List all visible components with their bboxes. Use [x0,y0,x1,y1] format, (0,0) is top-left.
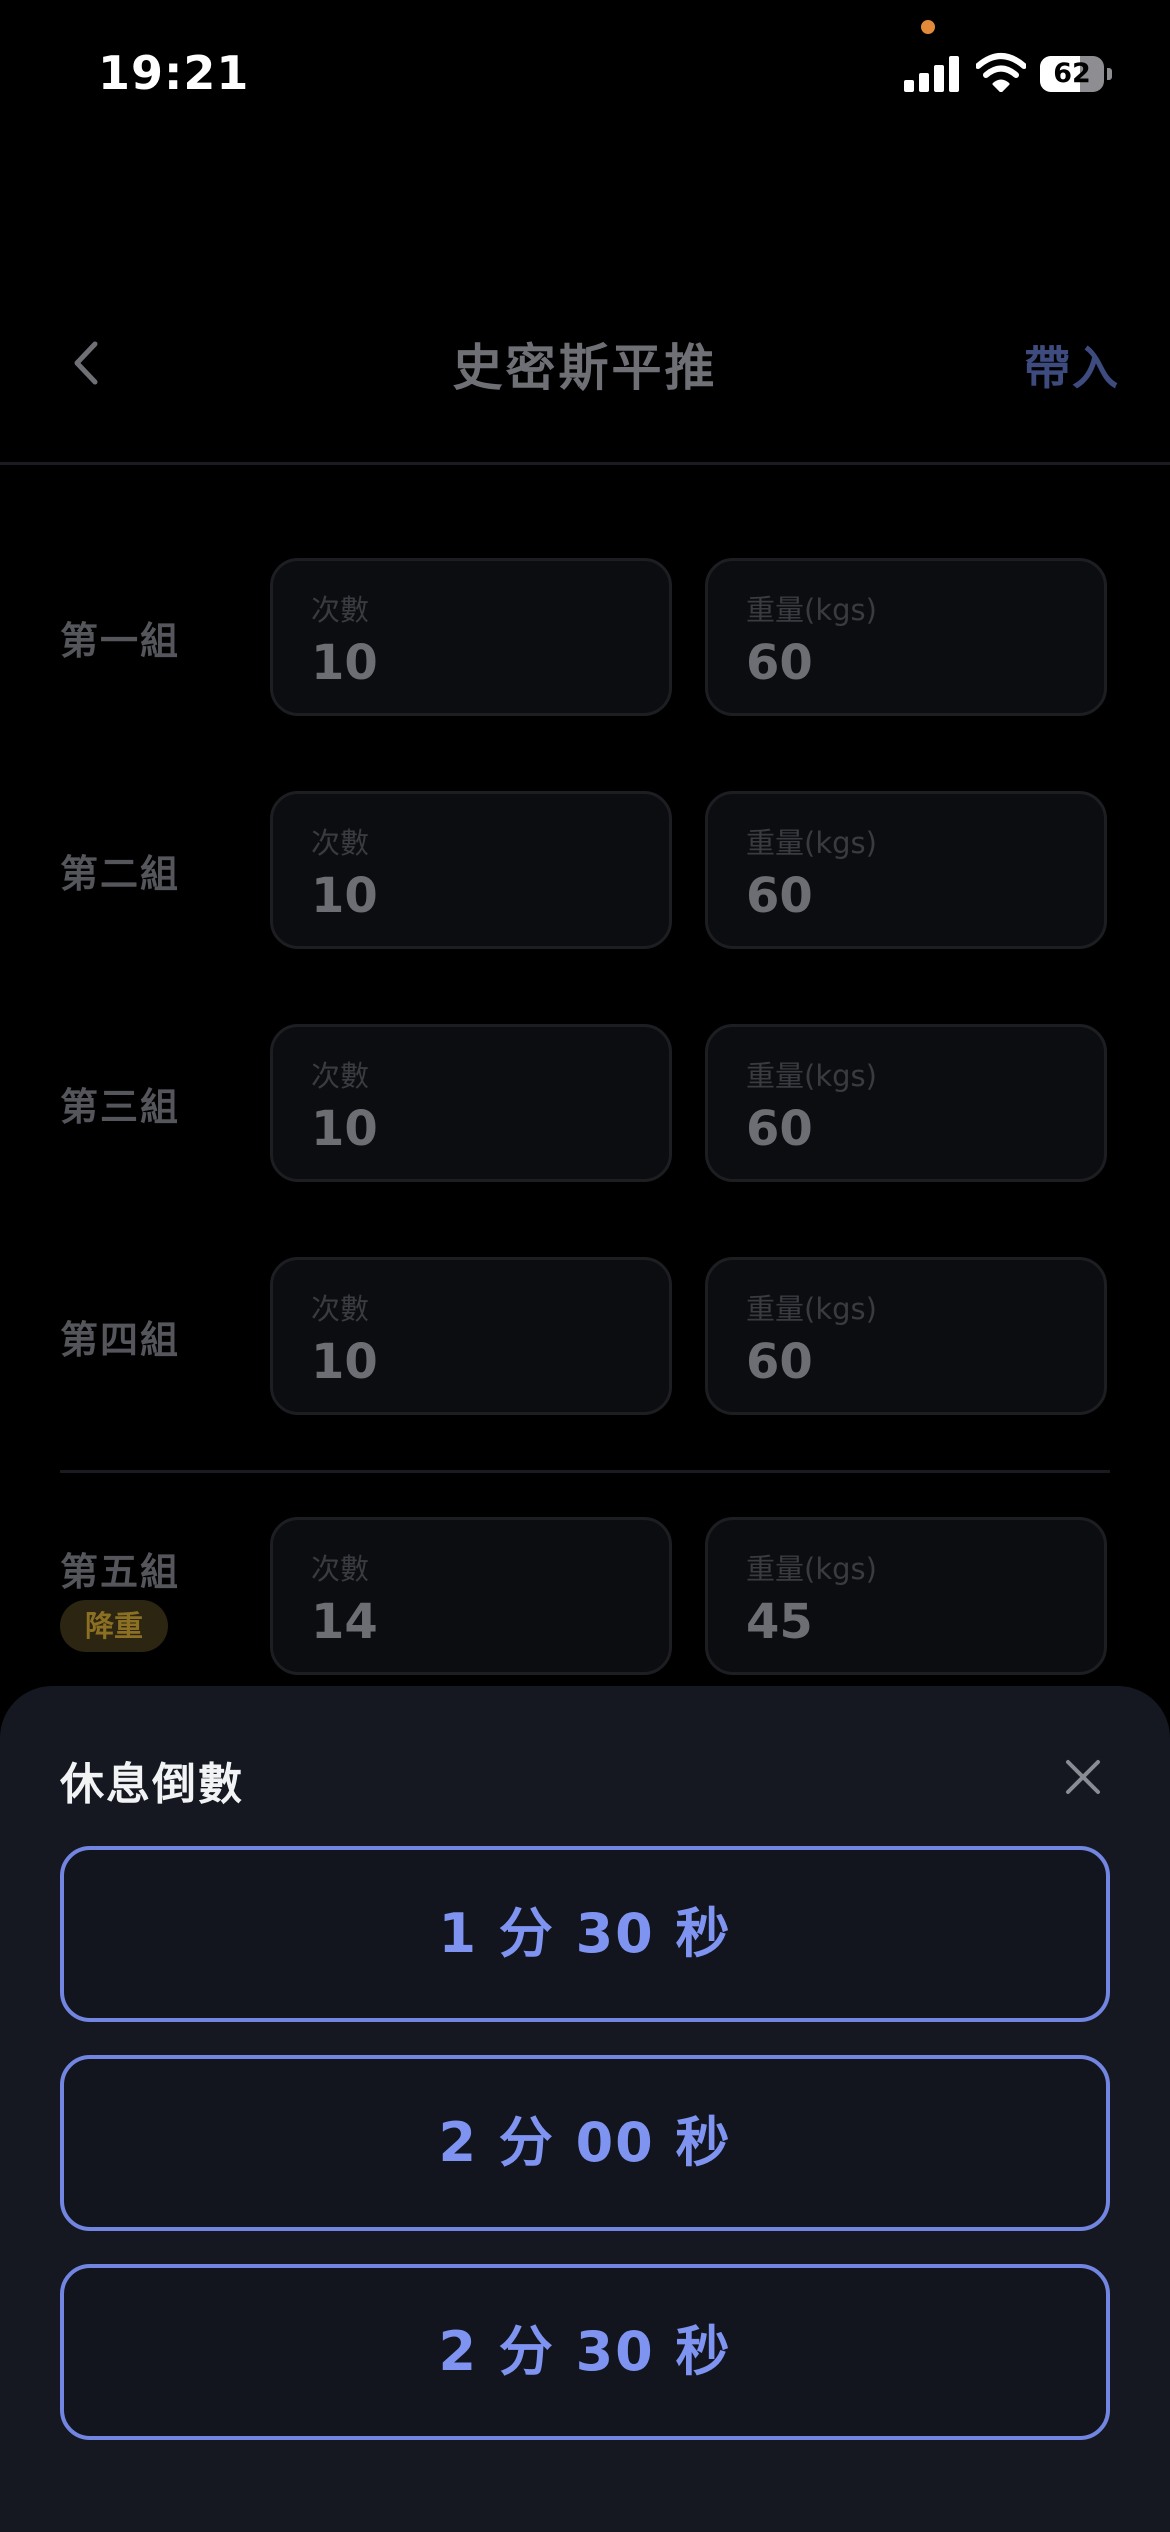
reps-field[interactable]: 次數 10 [270,1257,672,1415]
weight-field[interactable]: 重量(kgs) 60 [705,791,1107,949]
battery-body: 62 [1040,56,1104,92]
reps-value: 10 [311,1334,378,1390]
reps-field[interactable]: 次數 10 [270,558,672,716]
rest-option-button[interactable]: 2 分 00 秒 [60,2055,1110,2231]
page-title: 史密斯平推 [452,339,718,397]
import-button[interactable]: 帶入 [1024,332,1120,398]
signal-icon [904,56,960,92]
nav-bar: 史密斯平推 帶入 [0,300,1170,465]
weight-field[interactable]: 重量(kgs) 60 [705,558,1107,716]
weight-value: 60 [746,1334,813,1390]
reps-field[interactable]: 次數 10 [270,1024,672,1182]
set-label: 第五組 [60,1550,181,1594]
set-row-4: 第四組 次數 10 重量(kgs) 60 [0,1257,1170,1417]
wifi-icon [976,53,1026,92]
set-row-1: 第一組 次數 10 重量(kgs) 60 [0,558,1170,718]
dropset-divider [60,1470,1110,1473]
set-label: 第二組 [60,852,181,896]
set-row-2: 第二組 次數 10 重量(kgs) 60 [0,791,1170,951]
weight-value: 45 [746,1594,813,1650]
set-row-5: 第五組 次數 14 重量(kgs) 45 [0,1517,1170,1677]
weight-field-label: 重量(kgs) [746,1292,877,1326]
rest-option-button[interactable]: 2 分 30 秒 [60,2264,1110,2440]
reps-field-label: 次數 [311,826,370,860]
weight-field[interactable]: 重量(kgs) 60 [705,1257,1107,1415]
set-label: 第一組 [60,619,181,663]
dropset-badge: 降重 [60,1600,168,1652]
set-label: 第三組 [60,1085,181,1129]
reps-field[interactable]: 次數 14 [270,1517,672,1675]
battery-icon: 62 [1040,56,1112,92]
reps-field[interactable]: 次數 10 [270,791,672,949]
reps-value: 10 [311,868,378,924]
rest-option-button[interactable]: 1 分 30 秒 [60,1846,1110,2022]
weight-field-label: 重量(kgs) [746,826,877,860]
reps-value: 10 [311,1101,378,1157]
weight-field-label: 重量(kgs) [746,1552,877,1586]
weight-field-label: 重量(kgs) [746,1059,877,1093]
status-time: 19:21 [98,46,250,100]
reps-field-label: 次數 [311,1059,370,1093]
reps-field-label: 次數 [311,1292,370,1326]
set-label: 第四組 [60,1318,181,1362]
close-icon[interactable] [1058,1752,1108,1802]
battery-level: 62 [1053,58,1091,89]
weight-field[interactable]: 重量(kgs) 60 [705,1024,1107,1182]
battery-tip [1107,68,1112,80]
weight-field-label: 重量(kgs) [746,593,877,627]
reps-field-label: 次數 [311,1552,370,1586]
weight-value: 60 [746,1101,813,1157]
privacy-indicator-dot [921,20,935,34]
reps-value: 10 [311,635,378,691]
rest-countdown-sheet: 休息倒數 1 分 30 秒 2 分 00 秒 2 分 30 秒 [0,1686,1170,2532]
status-bar: 19:21 62 [0,0,1170,150]
reps-field-label: 次數 [311,593,370,627]
sheet-title: 休息倒數 [60,1759,244,1810]
weight-value: 60 [746,635,813,691]
weight-value: 60 [746,868,813,924]
set-row-3: 第三組 次數 10 重量(kgs) 60 [0,1024,1170,1184]
weight-field[interactable]: 重量(kgs) 45 [705,1517,1107,1675]
reps-value: 14 [311,1594,378,1650]
